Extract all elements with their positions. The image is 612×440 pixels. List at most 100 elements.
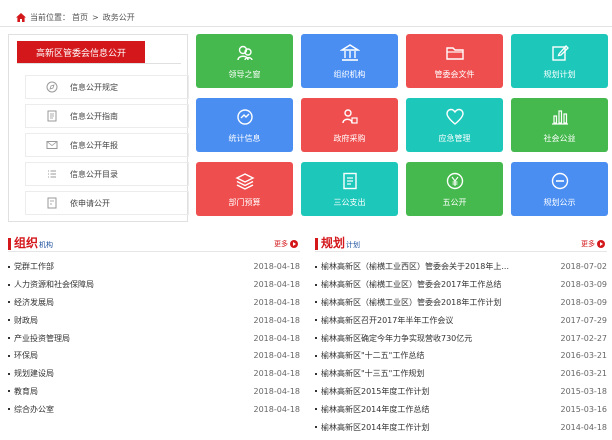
list-item-title: 榆林高新区确定今年力争实现营收730亿元 — [321, 333, 473, 343]
list-item[interactable]: 综合办公室 2018-04-18 — [8, 400, 300, 418]
doc-list-icon — [342, 172, 357, 189]
list-item-title: 榆林高新区2014年度工作总结 — [321, 404, 430, 414]
list-item-title: 榆林高新区（榆横工业区）管委会2017年工作总结 — [321, 280, 502, 290]
section-accent-bar — [8, 238, 11, 250]
list-item-date: 2017-02-27 — [560, 333, 608, 343]
info-item-label: 信息公开指南 — [70, 111, 118, 121]
tile-organization[interactable]: 组织机构 — [301, 34, 398, 88]
list-item-title: 财政局 — [14, 315, 38, 325]
tile-three-public-expenses[interactable]: 三公支出 — [301, 162, 398, 216]
info-item-label: 信息公开目录 — [70, 169, 118, 179]
org-section-header: 组织机构 更多 — [8, 236, 300, 252]
tile-five-disclosures[interactable]: 五公开 — [406, 162, 503, 216]
tile-label: 社会公益 — [543, 133, 576, 143]
envelope-icon — [46, 141, 58, 149]
list-item-title: 产业投资管理局 — [14, 333, 70, 343]
breadcrumb-label: 当前位置： — [30, 12, 70, 22]
list-item[interactable]: 榆林高新区2014年度工作总结 2015-03-16 — [315, 400, 607, 418]
heart-icon — [445, 108, 464, 125]
tile-statistics[interactable]: 统计信息 — [196, 98, 293, 152]
bar-chart-icon — [551, 109, 568, 125]
tile-label: 管委会文件 — [434, 69, 475, 79]
info-item-catalog[interactable]: 信息公开目录 — [25, 162, 189, 186]
list-item[interactable]: 环保局 2018-04-18 — [8, 347, 300, 365]
plan-more-link[interactable]: 更多 — [581, 239, 605, 249]
plan-section-title: 规划计划 — [321, 236, 361, 250]
org-list: 党群工作部 2018-04-18 人力资源和社会保障局 2018-04-18 经济发… — [8, 258, 300, 418]
list-item-date: 2018-04-18 — [253, 333, 301, 343]
tile-label: 部门预算 — [228, 197, 261, 207]
top-divider — [0, 26, 612, 27]
tile-label: 规划公示 — [543, 197, 576, 207]
list-item-date: 2018-04-18 — [253, 262, 301, 272]
pie-icon — [236, 108, 253, 125]
list-item[interactable]: 经济发展局 2018-04-18 — [8, 294, 300, 312]
list-item[interactable]: 榆林高新区"十二五"工作总结 2016-03-21 — [315, 347, 607, 365]
info-item-annual-report[interactable]: 信息公开年报 — [25, 133, 189, 157]
org-section: 组织机构 更多 党群工作部 2018-04-18 人力资源和社会保障局 2018-0… — [8, 236, 300, 418]
tile-label: 统计信息 — [228, 133, 261, 143]
arrow-right-icon — [597, 240, 605, 248]
info-panel-title: 高新区管委会信息公开 — [17, 41, 145, 63]
list-item-title: 榆林高新区召开2017年半年工作会议 — [321, 315, 454, 325]
list-item[interactable]: 榆林高新区确定今年力争实现营收730亿元 2017-02-27 — [315, 329, 607, 347]
list-item-date: 2018-04-18 — [253, 280, 301, 290]
tile-label: 政府采购 — [333, 133, 366, 143]
minus-circle-icon — [551, 172, 568, 189]
tile-government-procurement[interactable]: 政府采购 — [301, 98, 398, 152]
tile-label: 应急管理 — [438, 133, 471, 143]
list-item-title: 榆林高新区2015年度工作计划 — [321, 386, 430, 396]
list-item[interactable]: 规划建设局 2018-04-18 — [8, 365, 300, 383]
tile-leaders-window[interactable]: 领导之窗 — [196, 34, 293, 88]
list-item[interactable]: 榆林高新区2015年度工作计划 2015-03-18 — [315, 383, 607, 401]
list-item-date: 2018-04-18 — [253, 315, 301, 325]
list-item[interactable]: 产业投资管理局 2018-04-18 — [8, 329, 300, 347]
list-item-date: 2014-04-18 — [560, 422, 608, 432]
list-item-date: 2018-03-09 — [560, 280, 608, 290]
list-item[interactable]: 榆林高新区2014年度工作计划 2014-04-18 — [315, 418, 607, 436]
folder-icon — [445, 46, 464, 60]
tile-social-welfare[interactable]: 社会公益 — [511, 98, 608, 152]
tile-committee-documents[interactable]: 管委会文件 — [406, 34, 503, 88]
plan-section-header: 规划计划 更多 — [315, 236, 607, 252]
breadcrumb-home-link[interactable]: 首页 — [72, 12, 88, 23]
tile-planning[interactable]: 规划计划 — [511, 34, 608, 88]
list-item[interactable]: 榆林高新区召开2017年半年工作会议 2017-07-29 — [315, 311, 607, 329]
list-item[interactable]: 教育局 2018-04-18 — [8, 383, 300, 401]
arrow-right-icon — [290, 240, 298, 248]
info-item-regulations[interactable]: 信息公开规定 — [25, 75, 189, 99]
list-item[interactable]: 榆林高新区（榆横工业区）管委会2018年工作计划 2018-03-09 — [315, 294, 607, 312]
info-item-guide[interactable]: 信息公开指南 — [25, 104, 189, 128]
purchase-icon — [341, 108, 358, 124]
list-item[interactable]: 榆林高新区"十三五"工作规划 2016-03-21 — [315, 365, 607, 383]
home-icon — [16, 12, 26, 22]
info-item-apply[interactable]: 依申请公开 — [25, 191, 189, 215]
yen-icon — [446, 172, 463, 189]
list-item-date: 2018-07-02 — [560, 262, 608, 272]
org-more-link[interactable]: 更多 — [274, 239, 298, 249]
tile-emergency-management[interactable]: 应急管理 — [406, 98, 503, 152]
org-section-title: 组织机构 — [14, 236, 54, 250]
list-item-date: 2016-03-21 — [560, 351, 608, 361]
info-item-label: 信息公开年报 — [70, 140, 118, 150]
tile-label: 五公开 — [442, 197, 467, 207]
list-item[interactable]: 榆林高新区（榆横工业区）管委会2017年工作总结 2018-03-09 — [315, 276, 607, 294]
list-item[interactable]: 榆林高新区（榆横工业西区）管委会关于2018年上... 2018-07-02 — [315, 258, 607, 276]
list-item-title: 榆林高新区"十三五"工作规划 — [321, 369, 425, 379]
tile-department-budget[interactable]: 部门预算 — [196, 162, 293, 216]
list-item-date: 2018-04-18 — [253, 386, 301, 396]
list-item-title: 榆林高新区"十二五"工作总结 — [321, 351, 425, 361]
list-item[interactable]: 财政局 2018-04-18 — [8, 311, 300, 329]
list-item[interactable]: 人力资源和社会保障局 2018-04-18 — [8, 276, 300, 294]
building-icon — [339, 43, 360, 61]
document-icon — [47, 110, 57, 122]
list-item-title: 规划建设局 — [14, 369, 54, 379]
list-item-date: 2015-03-18 — [560, 386, 608, 396]
list-item-title: 党群工作部 — [14, 262, 54, 272]
list-item-title: 教育局 — [14, 386, 38, 396]
form-icon — [47, 197, 57, 209]
tile-planning-publicity[interactable]: 规划公示 — [511, 162, 608, 216]
list-item[interactable]: 党群工作部 2018-04-18 — [8, 258, 300, 276]
list-item-title: 环保局 — [14, 351, 38, 361]
list-item-date: 2017-07-29 — [560, 315, 608, 325]
